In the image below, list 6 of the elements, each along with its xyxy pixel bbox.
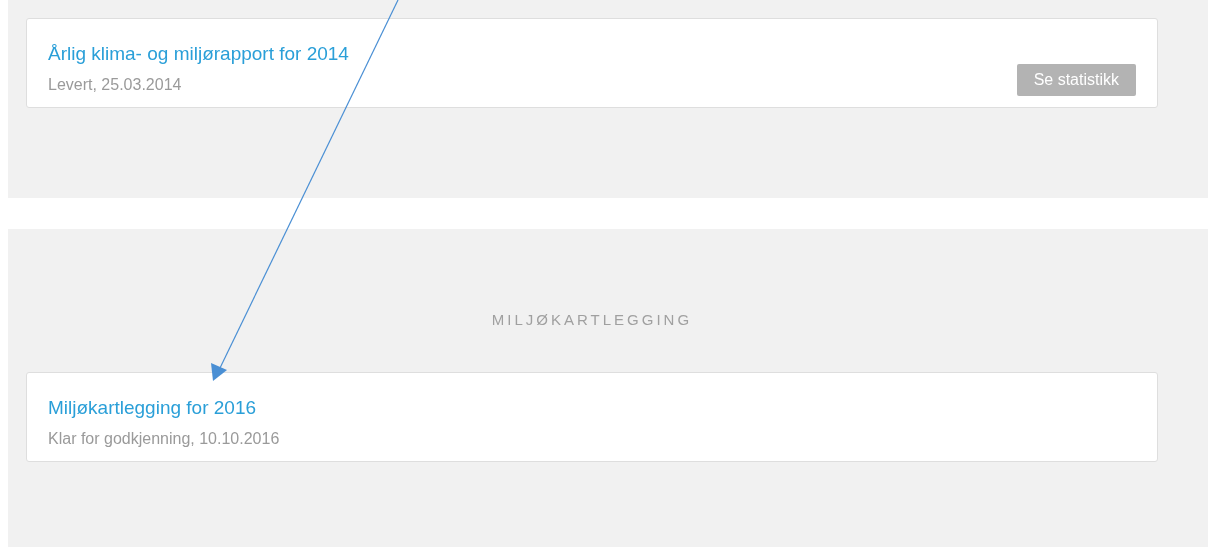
report-status: Klar for godkjenning, 10.10.2016 bbox=[48, 428, 280, 449]
report-status: Levert, 25.03.2014 bbox=[48, 75, 183, 95]
report-title-link[interactable]: Miljøkartlegging for 2016 bbox=[48, 394, 280, 421]
section-heading: MILJØKARTLEGGING bbox=[491, 310, 693, 330]
statistics-button[interactable]: Se statistikk bbox=[1016, 64, 1136, 96]
report-title-link[interactable]: Årlig klima- og miljørapport for 2014 bbox=[48, 41, 349, 67]
